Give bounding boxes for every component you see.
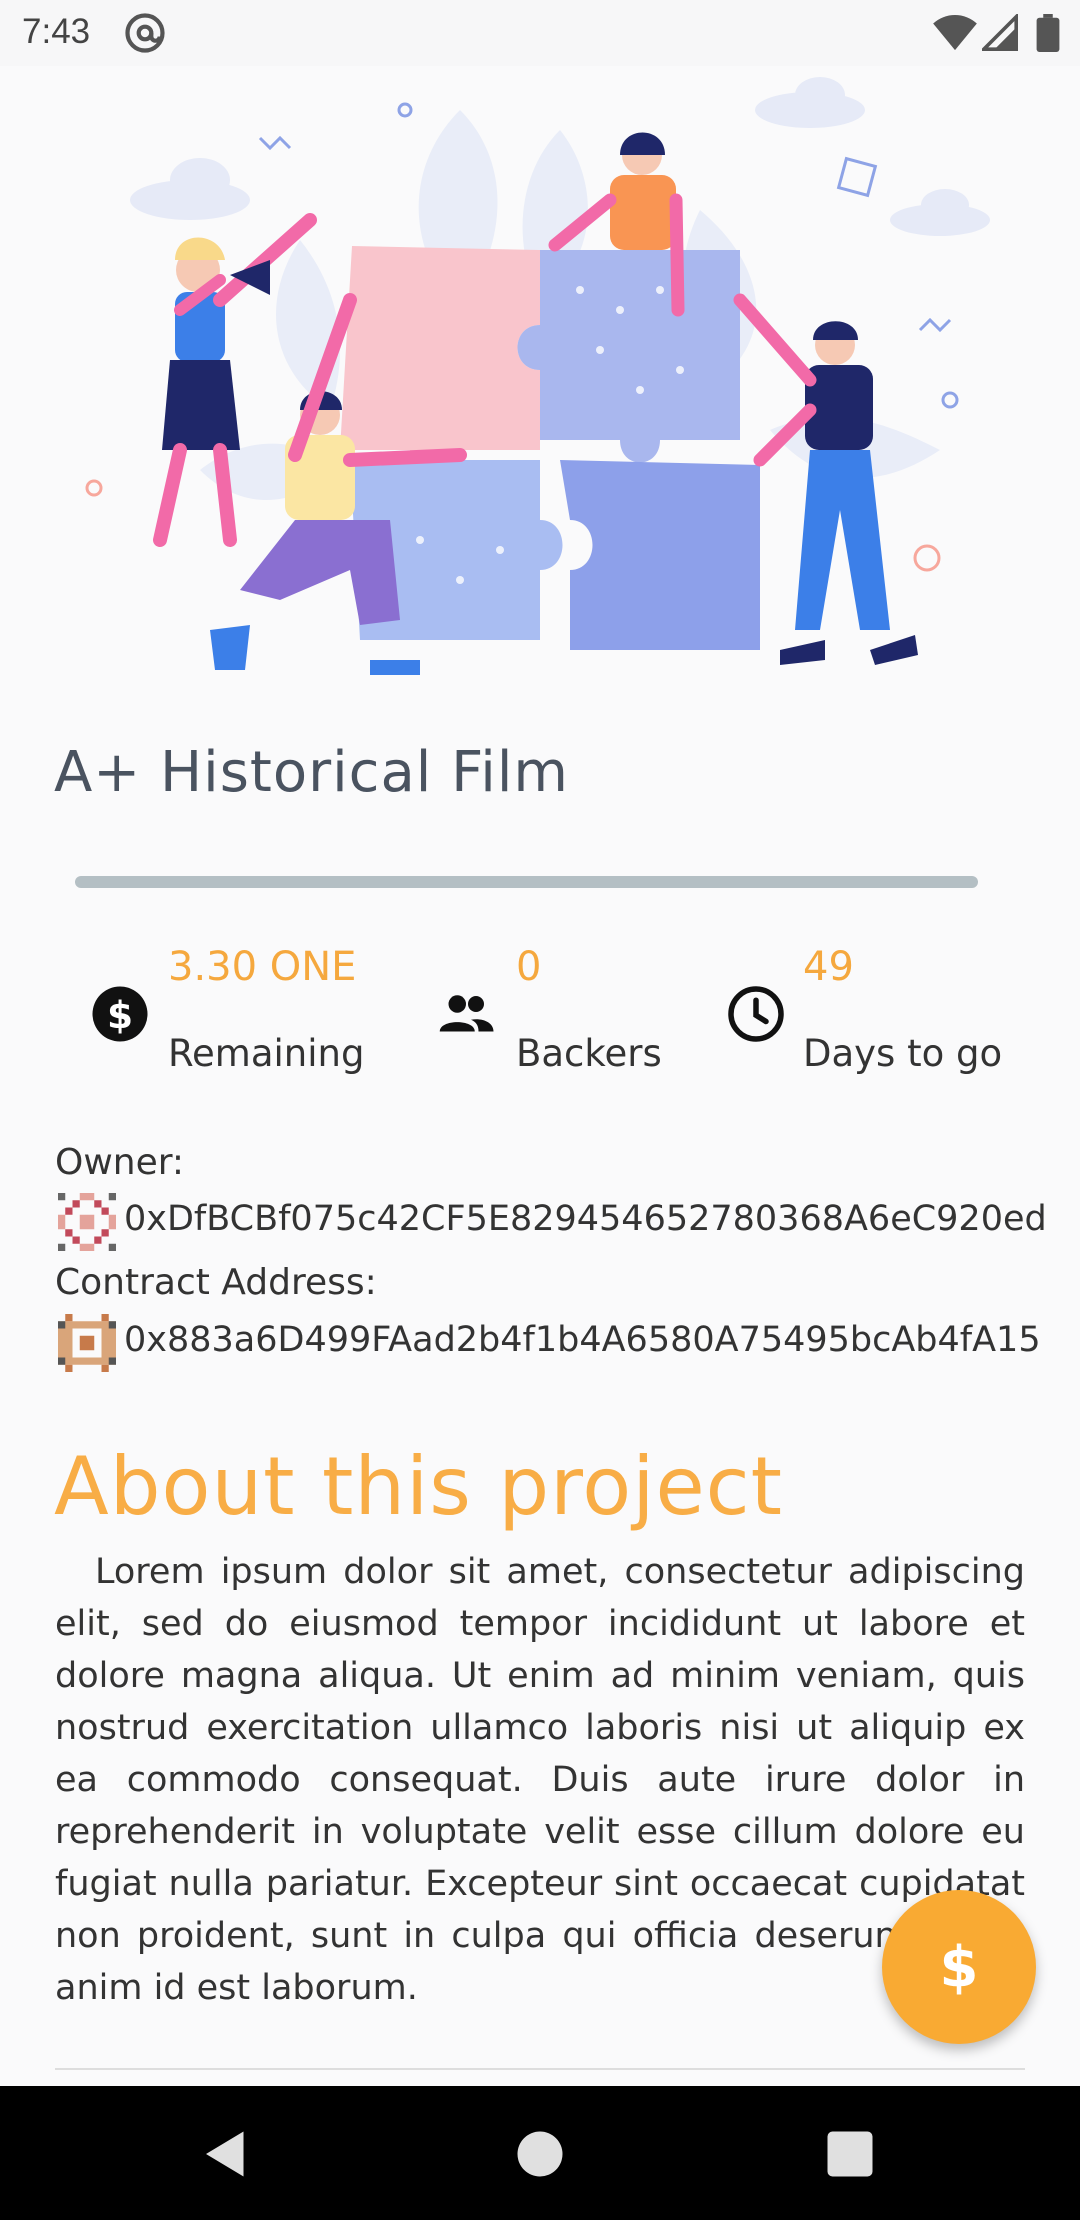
status-bar: 7:43 xyxy=(0,0,1080,66)
stat-remaining-label: Remaining xyxy=(168,1032,365,1075)
svg-text:$: $ xyxy=(107,993,133,1037)
contract-address: 0x883a6D499FAad2b4f1b4A6580A75495bcAb4fA… xyxy=(124,1320,1041,1360)
stat-backers-label: Backers xyxy=(516,1032,662,1075)
owner-address: 0xDfBCBf075c42CF5E829454652780368A6eC920… xyxy=(124,1199,1047,1239)
stat-backers-value: 0 xyxy=(516,944,542,990)
hero-illustration xyxy=(85,77,990,675)
people-icon xyxy=(439,995,494,1032)
owner-label: Owner: xyxy=(55,1142,185,1183)
at-sign-icon xyxy=(125,13,165,53)
fund-button[interactable]: $ xyxy=(882,1890,1036,2044)
signal-icon xyxy=(982,14,1018,51)
stat-days-label: Days to go xyxy=(803,1032,1003,1075)
divider xyxy=(55,2068,1025,2070)
contract-identicon-icon xyxy=(58,1314,116,1372)
stat-days-to-go: 49 Days to go xyxy=(726,940,1026,1080)
stat-remaining-value: 3.30 ONE xyxy=(168,944,357,990)
stat-backers: 0 Backers xyxy=(436,940,696,1080)
stat-days-value: 49 xyxy=(803,944,854,990)
clock-icon xyxy=(728,986,784,1042)
navigation-bar xyxy=(0,2086,1080,2220)
wifi-icon xyxy=(933,14,977,51)
status-time: 7:43 xyxy=(22,12,91,51)
funding-progress-bar xyxy=(75,876,978,888)
recents-icon[interactable] xyxy=(820,2124,880,2184)
home-icon[interactable] xyxy=(510,2124,570,2184)
back-icon[interactable] xyxy=(196,2124,256,2184)
fund-button-label: $ xyxy=(939,1934,979,2000)
battery-icon xyxy=(1036,14,1060,52)
contract-address-label: Contract Address: xyxy=(55,1262,377,1303)
stat-remaining: $ 3.30 ONE Remaining xyxy=(90,940,390,1080)
about-text: Lorem ipsum dolor sit amet, consectetur … xyxy=(55,1552,1025,2008)
owner-identicon-icon xyxy=(58,1193,116,1251)
about-heading: About this project xyxy=(54,1440,784,1533)
project-title: A+ Historical Film xyxy=(54,740,569,805)
dollar-circle-icon: $ xyxy=(92,986,148,1042)
